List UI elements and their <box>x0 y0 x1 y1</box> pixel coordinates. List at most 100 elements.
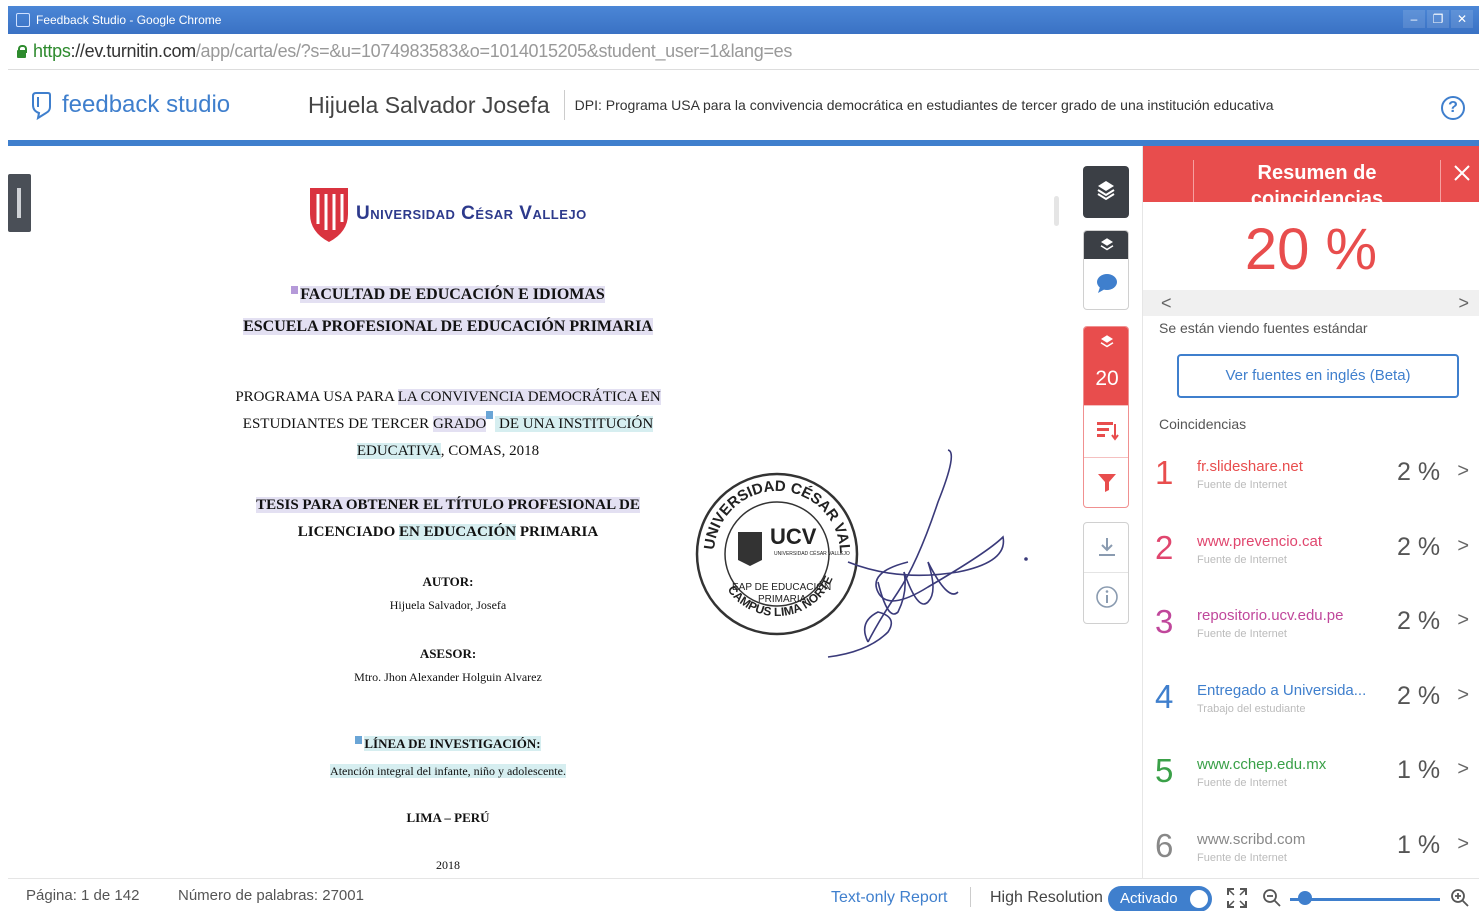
info-button[interactable] <box>1084 573 1128 623</box>
panel-header: Resumen de coincidencias <box>1143 146 1479 210</box>
match-item[interactable]: 2 www.prevencio.cat Fuente de Internet 2 % > <box>1143 517 1479 592</box>
student-name: Hijuela Salvador Josefa <box>308 91 550 118</box>
divider <box>970 887 971 907</box>
window-title: Feedback Studio - Google Chrome <box>36 13 222 27</box>
browser-titlebar: Feedback Studio - Google Chrome – ❐ ✕ <box>8 6 1479 34</box>
zoom-slider[interactable] <box>1290 898 1440 901</box>
match-source-type: Fuente de Internet <box>1197 553 1287 566</box>
status-bar: Página: 1 de 142 Número de palabras: 270… <box>8 878 1479 911</box>
match-item[interactable]: 1 fr.slideshare.net Fuente de Internet 2 % > <box>1143 442 1479 517</box>
match-list: 1 fr.slideshare.net Fuente de Internet 2 % >… <box>1143 442 1479 878</box>
match-overview-panel: Resumen de coincidencias 20 % < > Se est… <box>1142 146 1479 878</box>
match-source[interactable]: fr.slideshare.net <box>1197 458 1303 475</box>
zoom-in-icon[interactable] <box>1450 888 1470 908</box>
minimize-icon[interactable]: – <box>1403 10 1425 28</box>
high-resolution-toggle[interactable]: Activado <box>1108 886 1212 911</box>
match-overview-button[interactable] <box>1084 405 1128 457</box>
url-text[interactable]: https://ev.turnitin.com/app/carta/es/?s=… <box>33 41 792 62</box>
signature <box>827 449 1028 658</box>
chevron-right-icon[interactable]: > <box>1458 293 1469 314</box>
match-percent: 2 % <box>1397 532 1441 561</box>
grading-layer-group <box>1083 230 1129 310</box>
match-marker[interactable] <box>355 736 363 744</box>
match-percent: 2 % <box>1397 607 1441 635</box>
match-source-type: Fuente de Internet <box>1197 851 1287 864</box>
faculty-line: FACULTAD DE EDUCACIÓN E IDIOMAS <box>228 286 668 304</box>
zoom-out-icon[interactable] <box>1262 888 1282 908</box>
download-button[interactable] <box>1084 523 1128 573</box>
chevron-right-icon[interactable]: > <box>1457 758 1469 781</box>
research-line: Atención integral del infante, niño y ad… <box>330 764 566 778</box>
match-number: 3 <box>1155 603 1174 640</box>
address-bar[interactable]: https://ev.turnitin.com/app/carta/es/?s=… <box>8 34 1479 70</box>
chevron-right-icon[interactable]: > <box>1457 833 1469 856</box>
text-only-report-link[interactable]: Text-only Report <box>831 889 948 907</box>
match-item[interactable]: 3 repositorio.ucv.edu.pe Fuente de Interne… <box>1143 591 1479 666</box>
match-source-type: Fuente de Internet <box>1197 479 1287 491</box>
matches-label: Coincidencias <box>1159 416 1247 432</box>
chevron-right-icon[interactable]: > <box>1457 460 1469 483</box>
chevron-right-icon[interactable]: > <box>1457 535 1469 558</box>
close-window-icon[interactable]: ✕ <box>1451 10 1473 28</box>
overall-similarity: 20 % <box>1244 217 1378 282</box>
grading-layer-toggle[interactable] <box>1084 231 1128 259</box>
match-source-type: Fuente de Internet <box>1197 628 1287 640</box>
thesis-title: TESIS PARA OBTENER EL TÍTULO PROFESIONAL… <box>256 497 640 540</box>
match-item[interactable]: 4 Entregado a Universida... Trabajo del es… <box>1143 666 1479 741</box>
university-crest-icon <box>310 188 348 242</box>
year-line: 2018 <box>436 858 460 872</box>
chevron-right-icon[interactable]: > <box>1457 684 1469 707</box>
match-number: 2 <box>1155 528 1174 566</box>
help-icon[interactable]: ? <box>1441 96 1465 120</box>
fullscreen-icon[interactable] <box>1226 887 1248 909</box>
program-title: PROGRAMA USA PARA LA CONVIVENCIA DEMOCRÁ… <box>235 389 661 459</box>
layers-icon <box>1097 181 1115 201</box>
match-source[interactable]: Entregado a Universida... <box>1197 682 1366 699</box>
close-panel-icon[interactable] <box>1453 164 1471 182</box>
match-source-type: Trabajo del estudiante <box>1197 702 1306 715</box>
filter-button[interactable] <box>1084 457 1128 507</box>
match-item[interactable]: 6 www.scribd.com Fuente de Internet 1 % > <box>1143 815 1479 879</box>
bar-list-icon <box>1097 422 1119 441</box>
match-number: 1 <box>1155 454 1174 491</box>
match-source[interactable]: www.prevencio.cat <box>1197 533 1322 550</box>
document-viewer[interactable]: Universidad César Vallejo FACULTAD DE ED… <box>8 152 1142 878</box>
stamp-primaria: PRIMARIA <box>758 594 807 605</box>
match-percent: 1 % <box>1397 756 1441 784</box>
match-marker[interactable] <box>486 411 494 419</box>
feedback-logo-icon <box>32 92 51 121</box>
layers-button[interactable] <box>1083 166 1129 218</box>
download-icon <box>1099 538 1115 556</box>
match-source-type: Fuente de Internet <box>1197 777 1287 789</box>
assignment-title: DPI: Programa USA para la convivencia de… <box>563 90 1273 120</box>
feedback-studio-logo[interactable]: feedback studio <box>28 89 308 121</box>
similarity-layer-group: 20 <box>1083 326 1129 508</box>
download-info-group <box>1083 522 1129 624</box>
similarity-score: 20 <box>1095 367 1119 390</box>
match-percent: 2 % <box>1397 681 1441 710</box>
chevron-left-icon[interactable]: < <box>1161 293 1172 314</box>
restore-icon[interactable]: ❐ <box>1427 10 1449 28</box>
zoom-slider-handle[interactable] <box>1298 891 1312 905</box>
author-name: Hijuela Salvador, Josefa <box>389 598 507 612</box>
similarity-score-button[interactable]: 20 <box>1084 327 1128 405</box>
chrome-app-icon <box>16 13 30 27</box>
match-number: 5 <box>1155 752 1174 789</box>
comments-button[interactable] <box>1084 259 1128 309</box>
advisor-name: Mtro. Jhon Alexander Holguin Alvarez <box>354 670 542 684</box>
document-scrollbar[interactable] <box>1054 196 1059 226</box>
chevron-right-icon[interactable]: > <box>1457 609 1469 632</box>
english-sources-button[interactable]: Ver fuentes en inglés (Beta) <box>1177 354 1459 398</box>
place-line: LIMA – PERÚ <box>406 810 490 825</box>
match-source[interactable]: www.cchep.edu.mx <box>1197 756 1326 773</box>
match-item[interactable]: 5 www.cchep.edu.mx Fuente de Internet 1 % > <box>1143 740 1479 815</box>
comment-bubble-icon <box>1097 274 1117 293</box>
match-number: 4 <box>1155 677 1174 715</box>
match-source[interactable]: repositorio.ucv.edu.pe <box>1197 607 1343 624</box>
match-source[interactable]: www.scribd.com <box>1197 831 1305 848</box>
info-icon <box>1096 586 1118 608</box>
page-thumbnail-toggle[interactable] <box>8 174 31 232</box>
page-indicator: Página: 1 de 142 <box>26 887 140 904</box>
layers-icon <box>1100 335 1114 348</box>
match-marker[interactable] <box>291 286 299 294</box>
